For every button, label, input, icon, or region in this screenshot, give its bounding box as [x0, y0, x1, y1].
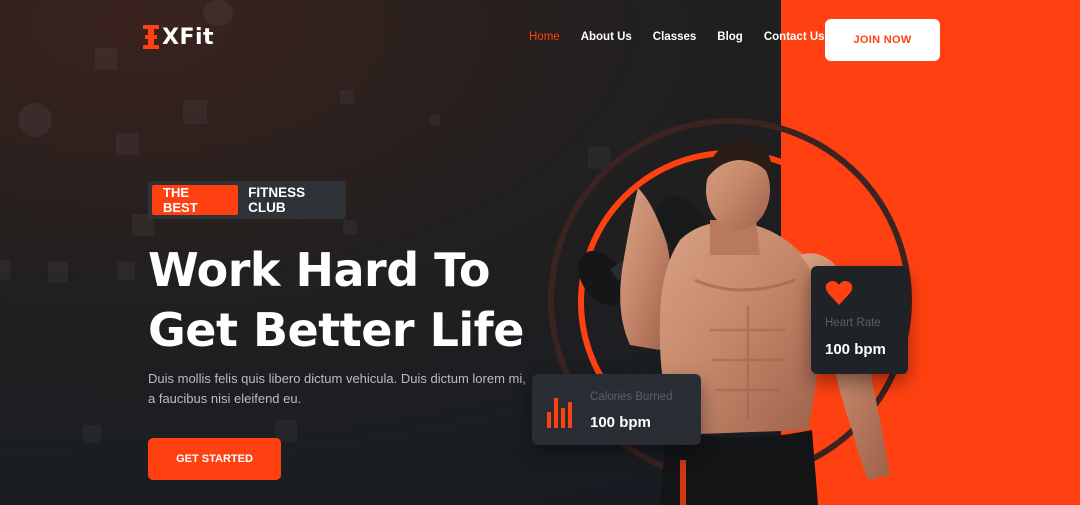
decor-circle: [203, 0, 233, 26]
hero-title: Work Hard To Get Better Life: [148, 240, 548, 360]
decor-square: [48, 262, 68, 282]
nav-contact-us[interactable]: Contact Us: [764, 31, 825, 43]
hero-title-line1: Work Hard To: [148, 243, 491, 297]
main-nav: Home About Us Classes Blog Contact Us: [529, 31, 825, 43]
nav-about-us[interactable]: About Us: [581, 31, 632, 43]
heart-rate-label: Heart Rate: [825, 317, 881, 329]
decor-square: [95, 48, 117, 70]
decor-square: [116, 133, 138, 155]
heart-rate-value: 100 bpm: [825, 341, 886, 358]
calories-label: Calories Burned: [590, 391, 673, 403]
decor-square: [343, 220, 357, 234]
hero-description: Duis mollis felis quis libero dictum veh…: [148, 371, 526, 406]
calories-value: 100 bpm: [590, 414, 651, 431]
bar-chart-icon: [547, 398, 572, 428]
decor-square: [183, 100, 207, 124]
tag-highlight: THE BEST: [152, 185, 239, 215]
heart-icon: [825, 281, 853, 305]
join-now-button[interactable]: JOIN NOW: [825, 19, 940, 61]
decor-square: [340, 90, 354, 104]
dumbbell-icon: [143, 25, 159, 49]
heart-rate-card: Heart Rate 100 bpm: [811, 266, 908, 374]
decor-square: [430, 115, 440, 125]
tag-text: FITNESS CLUB: [248, 185, 306, 215]
decor-square: [83, 425, 101, 443]
hero-tag: THE BEST FITNESS CLUB: [148, 181, 346, 219]
decor-square: [117, 262, 135, 280]
logo[interactable]: XFit: [142, 24, 214, 50]
decor-circle: [18, 103, 52, 137]
nav-home[interactable]: Home: [529, 31, 560, 43]
nav-classes[interactable]: Classes: [653, 31, 696, 43]
calories-card: Calories Burned 100 bpm: [532, 374, 701, 445]
hero-title-line2: Get Better Life: [148, 303, 524, 357]
brand-name: XFit: [162, 24, 215, 50]
decor-square: [0, 260, 10, 280]
nav-blog[interactable]: Blog: [717, 31, 743, 43]
get-started-button[interactable]: GET STARTED: [148, 438, 281, 480]
